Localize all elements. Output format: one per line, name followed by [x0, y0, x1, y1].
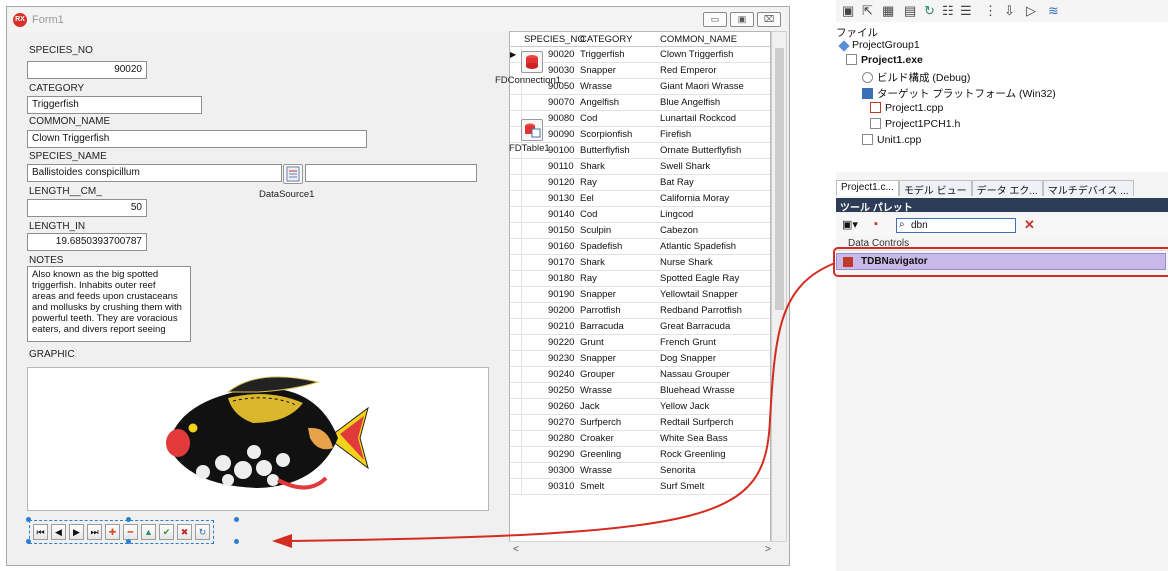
annotation-arrow	[272, 262, 836, 548]
